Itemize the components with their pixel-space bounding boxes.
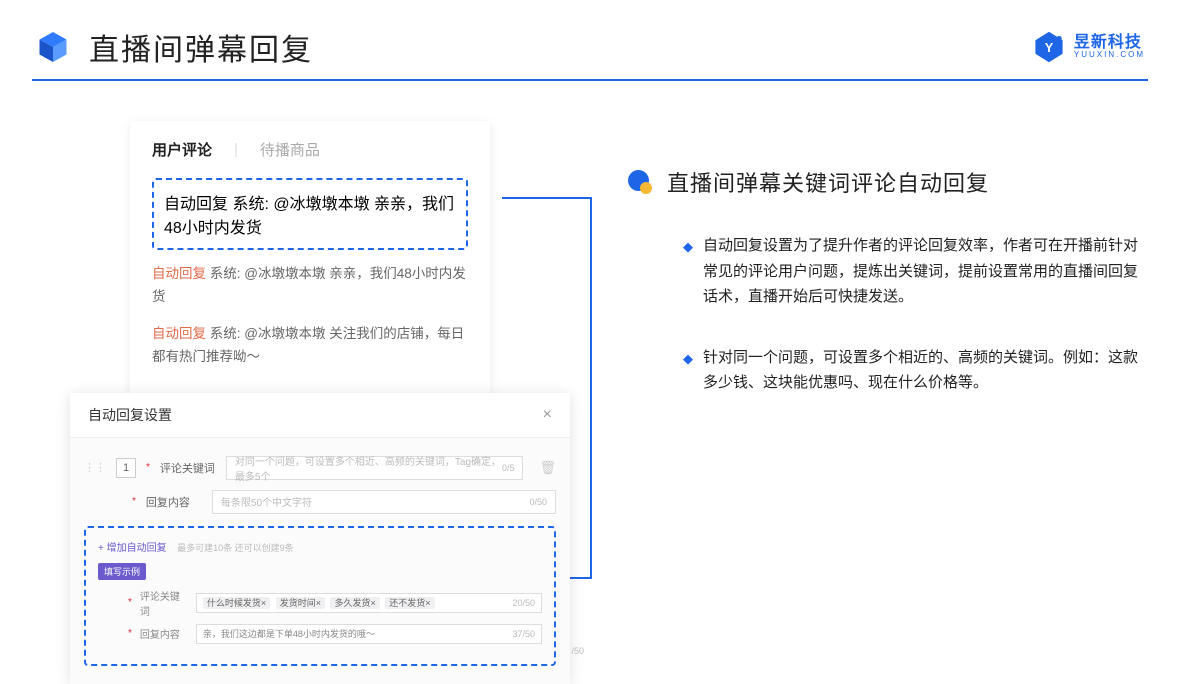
stray-count: /50 <box>571 646 584 656</box>
example-reply-row: * 回复内容 亲，我们这边都是下单48小时内发货的哦～ 37/50 <box>128 624 542 644</box>
tag[interactable]: 还不发货× <box>385 597 434 609</box>
modal-header: 自动回复设置 × <box>70 393 570 438</box>
reply-input[interactable]: 每条限50个中文字符 0/50 <box>212 490 556 514</box>
auto-reply-label: 自动回复 <box>164 196 228 213</box>
content: 用户评论 | 待播商品 自动回复 系统: @冰墩墩本墩 亲亲，我们48小时内发货… <box>0 81 1180 684</box>
reply-count: 0/50 <box>529 497 547 507</box>
keyword-label: 评论关键词 <box>160 460 216 476</box>
page-title: 直播间弹幕回复 <box>89 25 313 69</box>
section-head: 直播间弹幕关键词评论自动回复 <box>625 166 1145 198</box>
keyword-input[interactable]: 对同一个问题，可设置多个相近、高频的关键词，Tag确定，最多5个 0/5 <box>226 456 524 480</box>
brand-cn: 昱新科技 <box>1074 34 1145 52</box>
bullet-text: 针对同一个问题，可设置多个相近的、高频的关键词。例如：这款多少钱、这块能优惠吗、… <box>703 345 1145 396</box>
header-left: 直播间弹幕回复 <box>35 25 313 69</box>
bullet-item: ◆ 自动回复设置为了提升作者的评论回复效率，作者可在开播前针对常见的评论用户问题… <box>683 233 1145 310</box>
example-reply-input[interactable]: 亲，我们这边都是下单48小时内发货的哦～ 37/50 <box>196 624 542 644</box>
add-row: + 增加自动回复 最多可建10条 还可以创建9条 <box>98 538 542 562</box>
delete-icon[interactable]: 🗑 <box>539 460 556 476</box>
reply-label: 回复内容 <box>146 494 202 510</box>
tag[interactable]: 什么时候发货× <box>203 597 270 609</box>
close-icon[interactable]: × <box>543 406 552 424</box>
example-keyword-label: 评论关键词 <box>140 588 188 618</box>
example-reply-label: 回复内容 <box>140 626 188 641</box>
example-box: + 增加自动回复 最多可建10条 还可以创建9条 填写示例 * 评论关键词 什么… <box>84 526 556 666</box>
drag-handle-icon[interactable]: ⋮⋮ <box>84 461 106 474</box>
reply-placeholder: 每条限50个中文字符 <box>221 494 312 509</box>
tab-pending-goods[interactable]: 待播商品 <box>260 139 320 160</box>
left-column: 用户评论 | 待播商品 自动回复 系统: @冰墩墩本墩 亲亲，我们48小时内发货… <box>70 121 570 684</box>
diamond-icon: ◆ <box>683 348 693 396</box>
auto-reply-settings-modal: 自动回复设置 × ⋮⋮ 1 * 评论关键词 对同一个问题，可设置多个相近、高频的… <box>70 393 570 684</box>
add-note: 最多可建10条 还可以创建9条 <box>177 543 294 553</box>
keyword-count: 0/5 <box>502 463 515 473</box>
auto-reply-label: 自动回复 <box>152 326 206 341</box>
diamond-icon: ◆ <box>683 236 693 310</box>
example-keyword-count: 20/50 <box>512 598 535 608</box>
comment-row: 自动回复 系统: @冰墩墩本墩 亲亲，我们48小时内发货 <box>152 256 468 316</box>
tab-user-comments[interactable]: 用户评论 <box>152 139 212 160</box>
example-reply-value: 亲，我们这边都是下单48小时内发货的哦～ <box>203 627 375 640</box>
form-row-keyword: ⋮⋮ 1 * 评论关键词 对同一个问题，可设置多个相近、高频的关键词，Tag确定… <box>84 456 556 480</box>
brand: Y 昱新科技 YUUXIN.COM <box>1032 30 1145 64</box>
chat-bubble-icon <box>625 167 655 197</box>
example-tags: 什么时候发货× 发货时间× 多久发货× 还不发货× <box>203 596 438 609</box>
comment-row: 自动回复 系统: @冰墩墩本墩 关注我们的店铺，每日都有热门推荐呦～ <box>152 316 468 376</box>
section-title: 直播间弹幕关键词评论自动回复 <box>667 166 989 198</box>
required-mark: * <box>128 597 132 608</box>
svg-text:Y: Y <box>1045 40 1054 55</box>
connector-line <box>590 197 592 579</box>
example-keyword-row: * 评论关键词 什么时候发货× 发货时间× 多久发货× 还不发货× 20/50 <box>128 588 542 618</box>
cube-icon <box>35 29 71 65</box>
form-row-reply: * 回复内容 每条限50个中文字符 0/50 <box>84 490 556 514</box>
comments-panel: 用户评论 | 待播商品 自动回复 系统: @冰墩墩本墩 亲亲，我们48小时内发货… <box>130 121 490 398</box>
row-number: 1 <box>116 458 136 478</box>
required-mark: * <box>146 462 150 473</box>
brand-logo-icon: Y <box>1032 30 1066 64</box>
auto-reply-label: 自动回复 <box>152 266 206 281</box>
tab-divider: | <box>234 141 238 158</box>
required-mark: * <box>128 628 132 639</box>
connector-line <box>502 197 592 199</box>
tag[interactable]: 多久发货× <box>330 597 379 609</box>
required-mark: * <box>132 496 136 507</box>
bullet-text: 自动回复设置为了提升作者的评论回复效率，作者可在开播前针对常见的评论用户问题，提… <box>703 233 1145 310</box>
bullet-list: ◆ 自动回复设置为了提升作者的评论回复效率，作者可在开播前针对常见的评论用户问题… <box>625 233 1145 396</box>
example-keyword-input[interactable]: 什么时候发货× 发货时间× 多久发货× 还不发货× 20/50 <box>196 593 542 613</box>
brand-en: YUUXIN.COM <box>1074 51 1145 60</box>
modal-title: 自动回复设置 <box>88 405 172 425</box>
comments-tabs: 用户评论 | 待播商品 <box>152 139 468 160</box>
keyword-placeholder: 对同一个问题，可设置多个相近、高频的关键词，Tag确定，最多5个 <box>235 453 502 483</box>
highlighted-comment: 自动回复 系统: @冰墩墩本墩 亲亲，我们48小时内发货 <box>152 178 468 250</box>
example-reply-count: 37/50 <box>512 629 535 639</box>
page-header: 直播间弹幕回复 Y 昱新科技 YUUXIN.COM <box>0 0 1180 79</box>
tag[interactable]: 发货时间× <box>276 597 325 609</box>
add-auto-reply-link[interactable]: + 增加自动回复 <box>98 539 167 554</box>
right-column: 直播间弹幕关键词评论自动回复 ◆ 自动回复设置为了提升作者的评论回复效率，作者可… <box>625 121 1145 684</box>
brand-text: 昱新科技 YUUXIN.COM <box>1074 34 1145 60</box>
example-badge: 填写示例 <box>98 563 146 580</box>
bullet-item: ◆ 针对同一个问题，可设置多个相近的、高频的关键词。例如：这款多少钱、这块能优惠… <box>683 345 1145 396</box>
modal-body: ⋮⋮ 1 * 评论关键词 对同一个问题，可设置多个相近、高频的关键词，Tag确定… <box>70 438 570 684</box>
